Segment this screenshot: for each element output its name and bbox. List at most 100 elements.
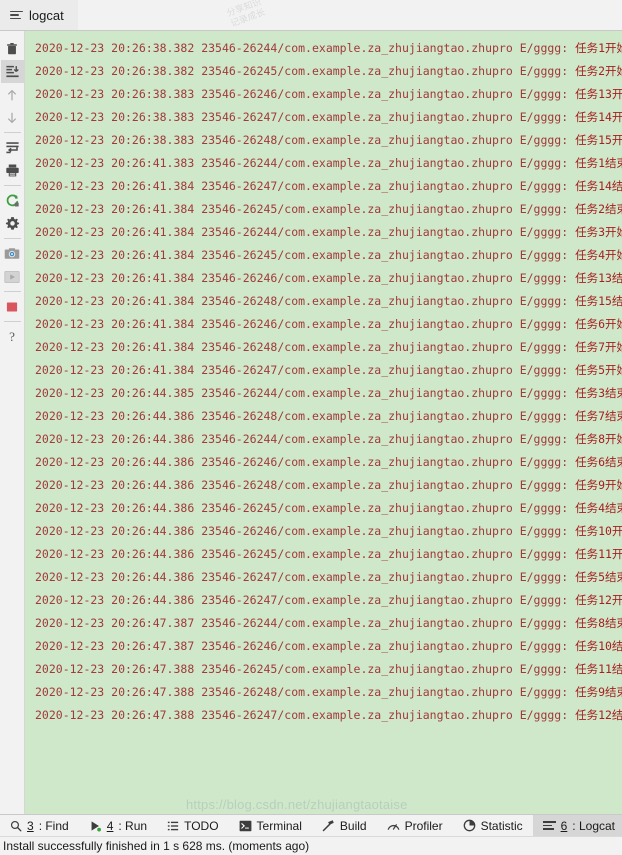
tool-window-bar: 3 : Find 4: Run TODO Terminal Build Profi… — [0, 797, 622, 836]
tool-window-statistic-label: Statistic — [480, 818, 523, 833]
logcat-line-timestamp: 2020-12-23 20:26:47.388 — [35, 708, 195, 722]
logcat-line-tag: E/gggg: — [512, 524, 576, 538]
down-the-stack-trace-button[interactable] — [1, 106, 24, 129]
logcat-line-message: 任务13开始 — [575, 87, 622, 101]
logcat-line-timestamp: 2020-12-23 20:26:38.383 — [35, 110, 195, 124]
tool-window-terminal[interactable]: Terminal — [229, 815, 312, 836]
logcat-line-timestamp: 2020-12-23 20:26:38.383 — [35, 133, 195, 147]
logcat-line[interactable]: 2020-12-23 20:26:41.384 23546-26246/com.… — [25, 313, 622, 336]
logcat-line-timestamp: 2020-12-23 20:26:44.386 — [35, 570, 195, 584]
tool-window-profiler[interactable]: Profiler — [377, 815, 453, 836]
logcat-line-package: /com.example.za_zhujiangtao.zhupro — [277, 248, 513, 262]
logcat-line[interactable]: 2020-12-23 20:26:44.386 23546-26248/com.… — [25, 405, 622, 428]
logcat-line[interactable]: 2020-12-23 20:26:47.388 23546-26248/com.… — [25, 681, 622, 704]
logcat-line[interactable]: 2020-12-23 20:26:41.384 23546-26245/com.… — [25, 198, 622, 221]
question-mark-icon: ? — [9, 329, 15, 344]
logcat-line[interactable]: 2020-12-23 20:26:41.384 23546-26245/com.… — [25, 244, 622, 267]
logcat-line[interactable]: 2020-12-23 20:26:44.386 23546-26245/com.… — [25, 497, 622, 520]
logcat-line[interactable]: 2020-12-23 20:26:47.387 23546-26244/com.… — [25, 612, 622, 635]
logcat-line[interactable]: 2020-12-23 20:26:47.388 23546-26247/com.… — [25, 704, 622, 727]
tool-window-find[interactable]: 3 : Find — [0, 815, 79, 836]
logcat-line-tag: E/gggg: — [512, 271, 576, 285]
logcat-line[interactable]: 2020-12-23 20:26:47.387 23546-26246/com.… — [25, 635, 622, 658]
logcat-line-timestamp: 2020-12-23 20:26:44.386 — [35, 547, 195, 561]
logcat-line[interactable]: 2020-12-23 20:26:41.383 23546-26244/com.… — [25, 152, 622, 175]
logcat-line-message: 任务5开始 — [575, 363, 622, 377]
logcat-line-package: /com.example.za_zhujiangtao.zhupro — [277, 110, 513, 124]
logcat-line[interactable]: 2020-12-23 20:26:38.383 23546-26246/com.… — [25, 83, 622, 106]
logcat-line[interactable]: 2020-12-23 20:26:41.384 23546-26248/com.… — [25, 336, 622, 359]
logcat-line[interactable]: 2020-12-23 20:26:41.384 23546-26247/com.… — [25, 359, 622, 382]
run-icon — [91, 820, 101, 831]
logcat-line-tag: E/gggg: — [512, 639, 576, 653]
tool-window-todo[interactable]: TODO — [157, 815, 228, 836]
logcat-line-timestamp: 2020-12-23 20:26:41.384 — [35, 317, 195, 331]
up-the-stack-trace-button[interactable] — [1, 83, 24, 106]
logcat-line-message: 任务5结束 — [575, 570, 622, 584]
logcat-line[interactable]: 2020-12-23 20:26:44.386 23546-26245/com.… — [25, 543, 622, 566]
logcat-line-pid: 23546-26247 — [201, 593, 278, 607]
logcat-line[interactable]: 2020-12-23 20:26:38.383 23546-26247/com.… — [25, 106, 622, 129]
clear-logcat-button[interactable] — [1, 37, 24, 60]
logcat-line[interactable]: 2020-12-23 20:26:44.386 23546-26248/com.… — [25, 474, 622, 497]
logcat-line-package: /com.example.za_zhujiangtao.zhupro — [277, 363, 513, 377]
tool-window-statistic[interactable]: Statistic — [453, 815, 533, 836]
logcat-line[interactable]: 2020-12-23 20:26:44.386 23546-26244/com.… — [25, 428, 622, 451]
logcat-line[interactable]: 2020-12-23 20:26:44.386 23546-26246/com.… — [25, 451, 622, 474]
logcat-line[interactable]: 2020-12-23 20:26:44.385 23546-26244/com.… — [25, 382, 622, 405]
restart-logcat-button[interactable] — [1, 189, 24, 212]
logcat-line-timestamp: 2020-12-23 20:26:47.388 — [35, 662, 195, 676]
logcat-line[interactable]: 2020-12-23 20:26:44.386 23546-26247/com.… — [25, 589, 622, 612]
logcat-settings-button[interactable] — [1, 212, 24, 235]
soft-wrap-icon — [5, 142, 19, 154]
logcat-line-message: 任务1结束 — [575, 156, 622, 170]
logcat-line[interactable]: 2020-12-23 20:26:41.384 23546-26244/com.… — [25, 221, 622, 244]
print-button[interactable] — [1, 159, 24, 182]
logcat-line-pid: 23546-26244 — [201, 432, 278, 446]
logcat-line-package: /com.example.za_zhujiangtao.zhupro — [277, 501, 513, 515]
logcat-line-tag: E/gggg: — [512, 179, 576, 193]
tool-window-logcat-label: : Logcat — [572, 818, 615, 833]
restart-icon — [6, 194, 19, 207]
logcat-line[interactable]: 2020-12-23 20:26:38.383 23546-26248/com.… — [25, 129, 622, 152]
tool-window-find-label: : Find — [38, 818, 69, 833]
tab-logcat[interactable]: logcat — [0, 0, 78, 30]
logcat-line-message: 任务2结束 — [575, 202, 622, 216]
logcat-line-tag: E/gggg: — [512, 593, 576, 607]
logcat-line[interactable]: 2020-12-23 20:26:41.384 23546-26248/com.… — [25, 290, 622, 313]
tool-window-build[interactable]: Build — [312, 815, 377, 836]
screen-record-icon — [4, 270, 20, 283]
screenshot-button[interactable] — [1, 242, 24, 265]
logcat-line-tag: E/gggg: — [512, 501, 576, 515]
screen-record-button[interactable] — [1, 265, 24, 288]
logcat-line[interactable]: 2020-12-23 20:26:38.382 23546-26245/com.… — [25, 60, 622, 83]
logcat-line[interactable]: 2020-12-23 20:26:41.384 23546-26246/com.… — [25, 267, 622, 290]
logcat-line-pid: 23546-26245 — [201, 501, 278, 515]
logcat-line-message: 任务8开始 — [575, 432, 622, 446]
logcat-line-message: 任务6结束 — [575, 455, 622, 469]
logcat-line-timestamp: 2020-12-23 20:26:44.386 — [35, 409, 195, 423]
logcat-line-package: /com.example.za_zhujiangtao.zhupro — [277, 225, 513, 239]
logcat-line-pid: 23546-26246 — [201, 317, 278, 331]
camera-icon — [4, 247, 20, 259]
logcat-line-pid: 23546-26248 — [201, 340, 278, 354]
logcat-line[interactable]: 2020-12-23 20:26:38.382 23546-26244/com.… — [25, 37, 622, 60]
tool-window-find-mnemonic: 3 — [27, 818, 34, 833]
help-button[interactable]: ? — [1, 325, 24, 348]
logcat-line[interactable]: 2020-12-23 20:26:44.386 23546-26247/com.… — [25, 566, 622, 589]
logcat-output-console[interactable]: 2020-12-23 20:26:38.382 23546-26244/com.… — [25, 31, 622, 815]
soft-wrap-button[interactable] — [1, 136, 24, 159]
tool-window-run[interactable]: 4: Run — [79, 815, 157, 836]
logcat-line-tag: E/gggg: — [512, 616, 576, 630]
tool-window-logcat[interactable]: 6: Logcat — [532, 815, 622, 836]
logcat-line[interactable]: 2020-12-23 20:26:47.388 23546-26245/com.… — [25, 658, 622, 681]
logcat-line-message: 任务9结束 — [575, 685, 622, 699]
logcat-line[interactable]: 2020-12-23 20:26:41.384 23546-26247/com.… — [25, 175, 622, 198]
logcat-line-tag: E/gggg: — [512, 110, 576, 124]
logcat-line[interactable]: 2020-12-23 20:26:44.386 23546-26246/com.… — [25, 520, 622, 543]
stop-button[interactable] — [1, 295, 24, 318]
logcat-line-message: 任务4结束 — [575, 501, 622, 515]
tool-window-todo-label: TODO — [184, 818, 219, 833]
scroll-to-end-button[interactable] — [0, 60, 24, 83]
logcat-line-tag: E/gggg: — [512, 708, 576, 722]
